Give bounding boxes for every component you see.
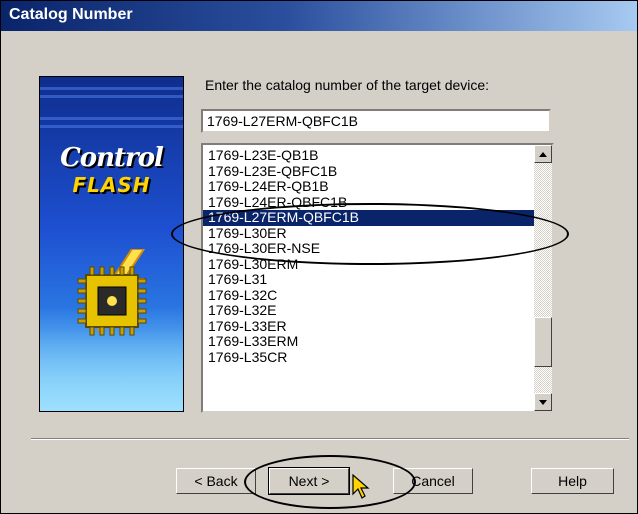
arrow-up-icon	[539, 152, 547, 157]
button-separator	[31, 438, 629, 440]
list-item[interactable]: 1769-L32C	[203, 287, 534, 304]
chip-lightning-icon	[77, 249, 147, 336]
catalog-number-input[interactable]	[201, 109, 551, 133]
list-item[interactable]: 1769-L23E-QBFC1B	[203, 163, 534, 180]
catalog-list-items: 1769-L23E-QB1B 1769-L23E-QBFC1B 1769-L24ER…	[203, 147, 534, 366]
list-item[interactable]: 1769-L31	[203, 271, 534, 288]
banner-flash-text: FLASH	[72, 173, 151, 197]
arrow-down-icon	[539, 400, 547, 405]
list-item[interactable]: 1769-L35CR	[203, 349, 534, 366]
back-button[interactable]: < Back	[176, 468, 256, 494]
catalog-prompt-label: Enter the catalog number of the target d…	[205, 77, 490, 93]
list-item[interactable]: 1769-L32E	[203, 302, 534, 319]
scroll-up-button[interactable]	[534, 145, 552, 163]
window-title: Catalog Number	[9, 6, 133, 23]
list-item[interactable]: 1769-L24ER-QBFC1B	[203, 194, 534, 211]
scroll-down-button[interactable]	[534, 393, 552, 411]
list-scrollbar[interactable]	[534, 145, 552, 411]
catalog-number-dialog: Catalog Number Control FLASH Enter the c…	[0, 0, 638, 514]
catalog-listbox[interactable]: 1769-L23E-QB1B 1769-L23E-QBFC1B 1769-L24ER…	[201, 143, 554, 413]
controlflash-banner: Control FLASH	[39, 76, 184, 412]
list-item[interactable]: 1769-L23E-QB1B	[203, 147, 534, 164]
list-item[interactable]: 1769-L33ER	[203, 318, 534, 335]
help-button[interactable]: Help	[531, 468, 614, 494]
title-bar: Catalog Number	[1, 1, 637, 31]
next-button[interactable]: Next >	[268, 467, 350, 495]
banner-control-text: Control	[60, 143, 164, 173]
list-item[interactable]: 1769-L24ER-QB1B	[203, 178, 534, 195]
list-item[interactable]: 1769-L30ERM	[203, 256, 534, 273]
list-item[interactable]: 1769-L27ERM-QBFC1B	[203, 209, 534, 226]
list-item[interactable]: 1769-L30ER-NSE	[203, 240, 534, 257]
cancel-button[interactable]: Cancel	[393, 468, 473, 494]
list-item[interactable]: 1769-L30ER	[203, 225, 534, 242]
list-item[interactable]: 1769-L33ERM	[203, 333, 534, 350]
scroll-thumb[interactable]	[534, 317, 552, 367]
